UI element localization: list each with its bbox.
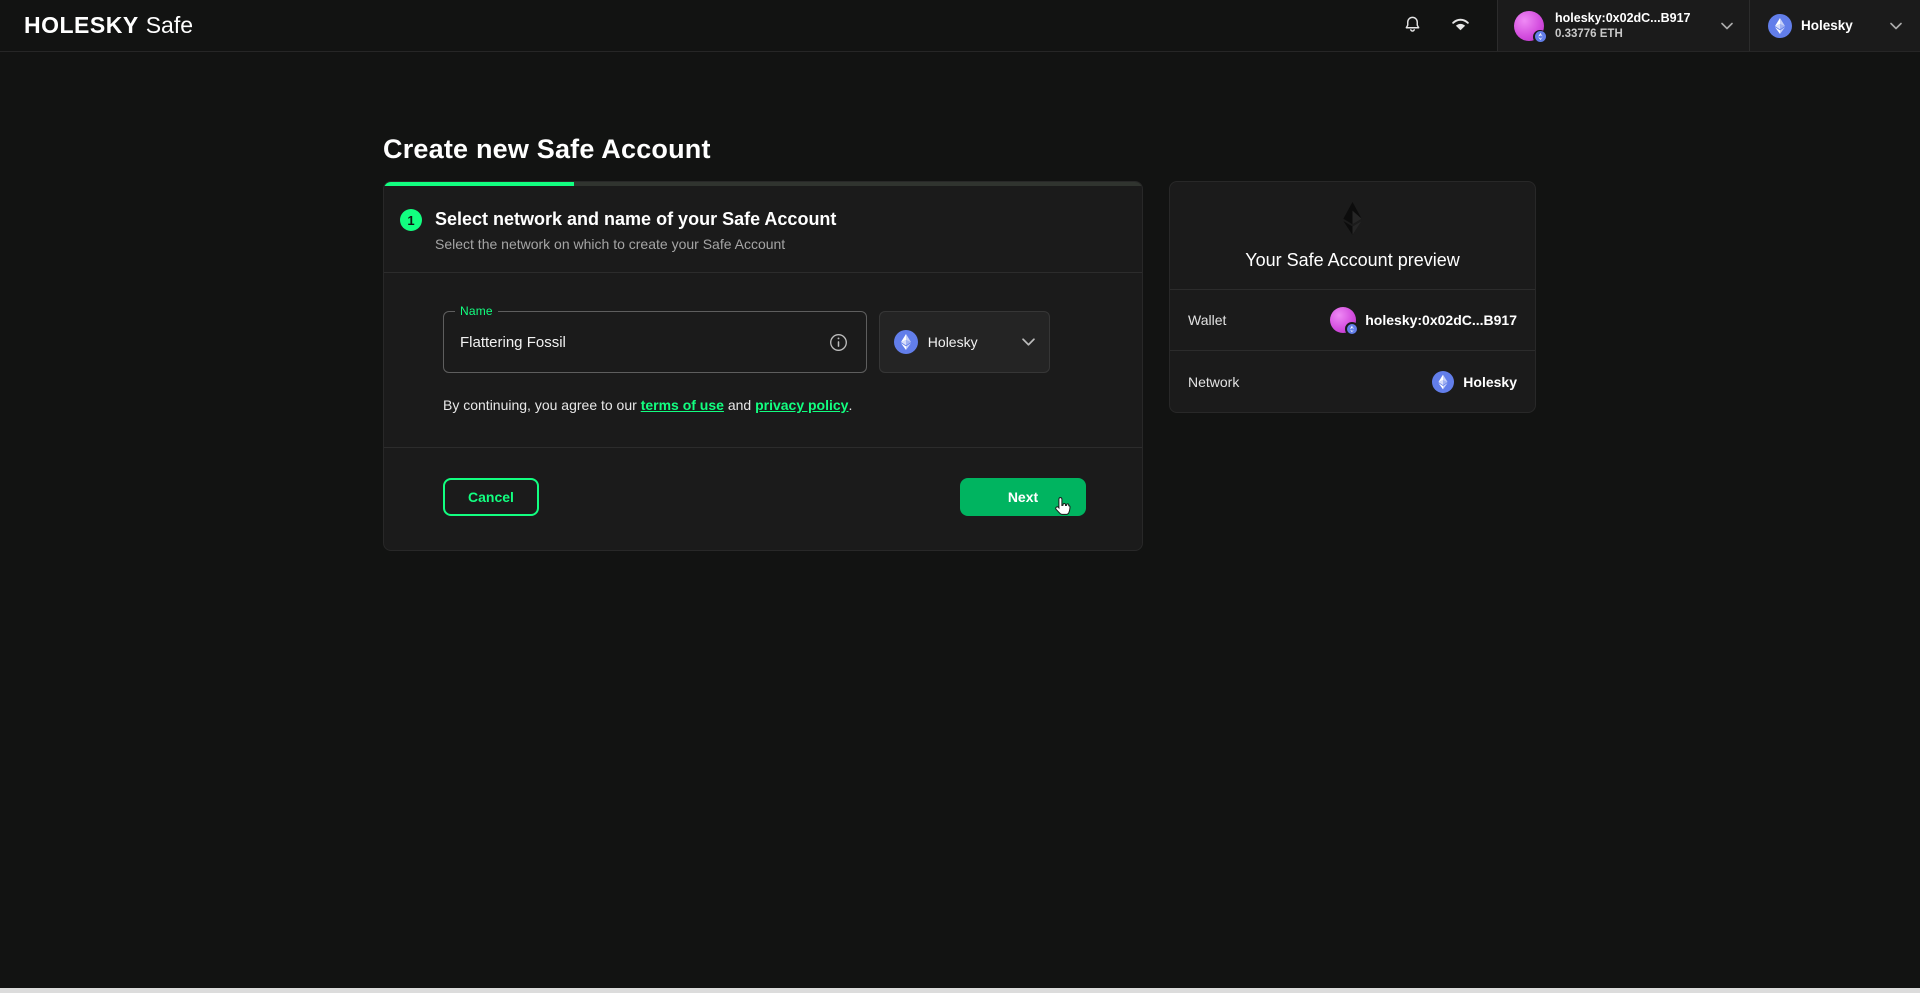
- preview-wallet-row: Wallet holesky:0x02dC...B917: [1170, 290, 1535, 351]
- notifications-button[interactable]: [1393, 7, 1431, 45]
- preview-wallet-value: holesky:0x02dC...B917: [1330, 307, 1517, 333]
- header-icon-bar: [1375, 0, 1497, 51]
- chevron-down-icon: [1721, 22, 1733, 30]
- chevron-down-icon: [1890, 22, 1902, 30]
- preview-header: Your Safe Account preview: [1170, 182, 1535, 290]
- main-content: Create new Safe Account 1 Select network…: [383, 134, 1536, 551]
- create-safe-card: 1 Select network and name of your Safe A…: [383, 181, 1143, 551]
- network-select[interactable]: Holesky: [879, 311, 1050, 373]
- wallet-balance: 0.33776 ETH: [1555, 28, 1710, 40]
- wallet-avatar: [1514, 11, 1544, 41]
- name-input-label: Name: [455, 304, 498, 318]
- next-button[interactable]: Next: [960, 478, 1086, 516]
- step-header: 1 Select network and name of your Safe A…: [384, 186, 1142, 273]
- network-select-value: Holesky: [928, 334, 1012, 350]
- logo-network-text: HOLESKY: [24, 12, 139, 39]
- terms-suffix: .: [848, 397, 852, 413]
- info-icon[interactable]: [827, 331, 850, 354]
- screen-bottom-edge: [0, 988, 1920, 993]
- network-name: Holesky: [1801, 18, 1881, 33]
- header-right: holesky:0x02dC...B917 0.33776 ETH Holesk…: [1375, 0, 1920, 51]
- walletconnect-icon: [1450, 17, 1471, 35]
- walletconnect-button[interactable]: [1441, 7, 1479, 45]
- ethereum-icon: [894, 330, 918, 354]
- step-title: Select network and name of your Safe Acc…: [435, 208, 836, 230]
- terms-and: and: [724, 397, 755, 413]
- safe-preview-card: Your Safe Account preview Wallet holesky…: [1169, 181, 1536, 413]
- card-footer: Cancel Next: [384, 448, 1142, 550]
- ethereum-badge-icon: [1533, 30, 1547, 44]
- preview-title: Your Safe Account preview: [1186, 250, 1519, 271]
- ethereum-badge-icon: [1345, 322, 1359, 336]
- page-title: Create new Safe Account: [383, 134, 1536, 164]
- terms-of-use-link[interactable]: terms of use: [641, 397, 724, 413]
- bell-icon: [1403, 15, 1422, 37]
- privacy-policy-link[interactable]: privacy policy: [755, 397, 848, 413]
- wallet-texts: holesky:0x02dC...B917 0.33776 ETH: [1555, 11, 1710, 40]
- name-input-value: Flattering Fossil: [460, 334, 827, 351]
- preview-network-label: Network: [1188, 374, 1239, 390]
- preview-network-name: Holesky: [1463, 374, 1517, 390]
- terms-prefix: By continuing, you agree to our: [443, 397, 641, 413]
- terms-text: By continuing, you agree to our terms of…: [443, 397, 1050, 413]
- preview-network-row: Network Holesky: [1170, 351, 1535, 412]
- wallet-address: holesky:0x02dC...B917: [1555, 11, 1710, 25]
- network-selector[interactable]: Holesky: [1749, 0, 1920, 51]
- preview-wallet-label: Wallet: [1188, 312, 1226, 328]
- ethereum-diamond-icon: [1342, 202, 1363, 235]
- wallet-menu[interactable]: holesky:0x02dC...B917 0.33776 ETH: [1497, 0, 1749, 51]
- form-section: Name Flattering Fossil Holesky: [384, 273, 1142, 448]
- name-input[interactable]: Name Flattering Fossil: [443, 311, 867, 373]
- cancel-button[interactable]: Cancel: [443, 478, 539, 516]
- ethereum-icon: [1768, 14, 1792, 38]
- chevron-down-icon: [1022, 338, 1035, 346]
- ethereum-icon: [1432, 371, 1454, 393]
- preview-network-value: Holesky: [1432, 371, 1517, 393]
- step-number-badge: 1: [400, 209, 422, 231]
- top-header: HOLESKY Safe: [0, 0, 1920, 52]
- step-subtitle: Select the network on which to create yo…: [435, 236, 836, 252]
- logo-brand-text: Safe: [146, 12, 193, 39]
- app-logo[interactable]: HOLESKY Safe: [0, 0, 193, 51]
- wallet-avatar: [1330, 307, 1356, 333]
- preview-wallet-address: holesky:0x02dC...B917: [1365, 312, 1517, 328]
- step-header-texts: Select network and name of your Safe Acc…: [435, 208, 836, 252]
